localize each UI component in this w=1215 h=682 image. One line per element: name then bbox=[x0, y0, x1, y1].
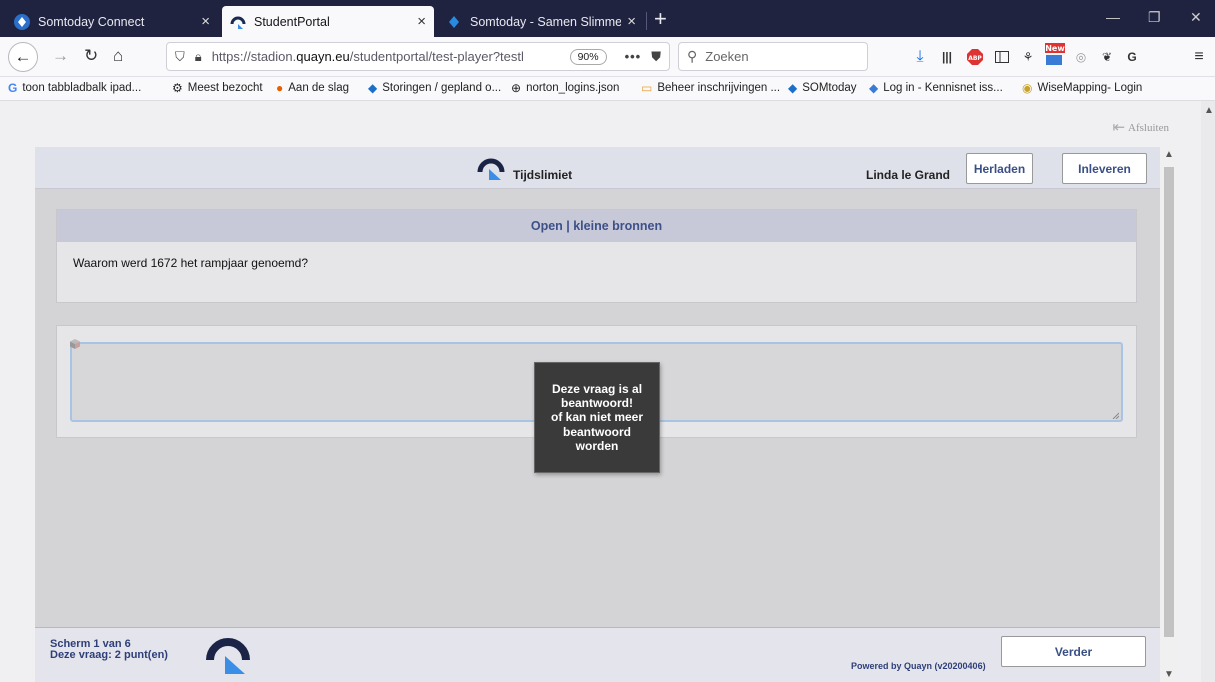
menu-icon[interactable]: ≡ bbox=[1190, 48, 1208, 66]
page-viewport: ⇤ Afsluiten Tijdslimiet Linda le Grand H… bbox=[0, 101, 1215, 682]
quayn-logo-icon bbox=[206, 638, 250, 674]
powered-by: Powered by Quayn (v20200406) bbox=[851, 661, 986, 671]
bookmark-item[interactable]: ◆ Storingen / gepland o... bbox=[368, 81, 501, 95]
quayn-favicon-icon bbox=[230, 16, 246, 29]
tab-title: Somtoday Connect bbox=[38, 14, 145, 29]
extension-new-icon[interactable]: New bbox=[1044, 42, 1066, 68]
player-header: Tijdslimiet Linda le Grand Herladen Inle… bbox=[35, 147, 1160, 189]
ghost-icon[interactable]: ❦ bbox=[1098, 48, 1116, 66]
bookmark-item[interactable]: ▭ Beheer inschrijvingen ... bbox=[641, 81, 780, 95]
bookmark-item[interactable]: ◆ Log in - Kennisnet iss... bbox=[869, 81, 1003, 95]
url-text[interactable]: https://stadion.quayn.eu/studentportal/t… bbox=[212, 49, 570, 64]
home-button[interactable]: ⌂ bbox=[113, 46, 123, 66]
close-tab-icon[interactable]: × bbox=[201, 13, 210, 30]
answered-tooltip: Deze vraag is al beantwoord! of kan niet… bbox=[534, 362, 660, 473]
scrollbar-thumb[interactable] bbox=[1164, 167, 1174, 637]
page-scrollbar[interactable]: ▲ bbox=[1201, 101, 1215, 682]
tooltip-line: of kan niet meer bbox=[550, 410, 644, 425]
bookmark-item[interactable]: ⚙ Meest bezocht bbox=[172, 81, 263, 95]
close-tab-icon[interactable]: × bbox=[417, 13, 426, 30]
scroll-up-icon[interactable]: ▲ bbox=[1204, 105, 1214, 116]
tab-somtoday-samen[interactable]: Somtoday - Samen Slimmer On × bbox=[438, 6, 644, 37]
search-icon: ⚲ bbox=[687, 48, 698, 64]
google-icon: G bbox=[8, 81, 18, 95]
bookmark-item[interactable]: ⊕ norton_logins.json bbox=[511, 81, 619, 95]
folder-icon: ▭ bbox=[641, 81, 653, 95]
firefox-icon: ● bbox=[276, 81, 284, 95]
kennisnet-icon: ◆ bbox=[869, 81, 879, 95]
bookmarks-bar: Gtoon tabbladbalk ipad... ⚙ Meest bezocht… bbox=[0, 77, 1215, 101]
somtoday-favicon-icon bbox=[449, 15, 459, 28]
pocket-icon[interactable]: ⛊ bbox=[651, 49, 661, 65]
tab-somtoday-connect[interactable]: Somtoday Connect × bbox=[6, 6, 218, 37]
reload-button[interactable]: ↻ bbox=[84, 46, 98, 66]
player-scrollbar[interactable]: ▲ ▼ bbox=[1162, 147, 1176, 682]
forward-button[interactable]: → bbox=[52, 46, 69, 66]
extension-g-icon[interactable]: G bbox=[1123, 48, 1141, 66]
restore-button[interactable]: ❐ bbox=[1148, 9, 1161, 26]
student-name: Linda le Grand bbox=[866, 168, 951, 182]
search-placeholder: Zoeken bbox=[705, 49, 749, 64]
exit-label: Afsluiten bbox=[1128, 121, 1169, 134]
exit-icon: ⇤ bbox=[1112, 120, 1126, 136]
tab-studentportal[interactable]: StudentPortal × bbox=[222, 6, 434, 37]
tab-title: Somtoday - Samen Slimmer On bbox=[470, 14, 622, 29]
svg-text:ABP: ABP bbox=[968, 55, 982, 62]
tooltip-line: beantwoord! bbox=[561, 395, 633, 410]
library-icon[interactable]: ||| bbox=[938, 48, 956, 66]
question-text: Waarom werd 1672 het rampjaar genoemd? bbox=[73, 256, 309, 270]
bookmark-item[interactable]: ● Aan de slag bbox=[276, 81, 349, 95]
question-panel: Open | kleine bronnen Waarom werd 1672 h… bbox=[56, 209, 1137, 303]
back-button[interactable]: ← bbox=[8, 42, 38, 72]
somtoday-icon: ◆ bbox=[788, 81, 798, 95]
somtoday-favicon-icon bbox=[14, 13, 30, 30]
tab-title: StudentPortal bbox=[254, 14, 330, 29]
somtoday-icon: ◆ bbox=[368, 81, 378, 95]
close-tab-icon[interactable]: × bbox=[627, 13, 636, 30]
tab-strip: Somtoday Connect × StudentPortal × Somto… bbox=[0, 0, 1215, 37]
submit-test-button[interactable]: Inleveren bbox=[1062, 153, 1147, 184]
search-bar[interactable]: ⚲ Zoeken bbox=[678, 42, 868, 71]
gear-icon: ⚙ bbox=[172, 81, 183, 95]
question-type: Open | kleine bronnen bbox=[57, 210, 1136, 242]
lock-icon[interactable]: 🔒︎ bbox=[195, 49, 202, 65]
page-actions-button[interactable]: ••• bbox=[625, 49, 642, 64]
bookmark-item[interactable]: ◉ WiseMapping- Login bbox=[1022, 81, 1142, 95]
tab-separator bbox=[646, 12, 647, 30]
tooltip-line: Deze vraag is al bbox=[551, 381, 643, 396]
cube-icon bbox=[70, 339, 80, 349]
exit-link[interactable]: ⇤ Afsluiten bbox=[1112, 118, 1169, 137]
navigation-bar: ← → ↻ ⌂ ⛉ 🔒︎ https://stadion.quayn.eu/st… bbox=[0, 37, 1215, 77]
player-footer: Scherm 1 van 6 Deze vraag: 2 punt(en) Po… bbox=[35, 627, 1160, 682]
close-window-button[interactable]: ✕ bbox=[1190, 9, 1202, 26]
bookmark-item[interactable]: ◆ SOMtoday bbox=[788, 81, 857, 95]
tooltip-line: worden bbox=[575, 439, 619, 454]
reload-test-button[interactable]: Herladen bbox=[966, 153, 1033, 184]
tracker-icon[interactable]: ⚘ bbox=[1019, 48, 1037, 66]
new-tab-button[interactable]: + bbox=[654, 6, 667, 32]
timer-label: Tijdslimiet bbox=[513, 168, 573, 182]
shield-icon[interactable]: ⛉ bbox=[175, 49, 185, 65]
minimize-button[interactable]: — bbox=[1106, 9, 1120, 25]
bookmark-item[interactable]: Gtoon tabbladbalk ipad... bbox=[8, 81, 141, 95]
next-button[interactable]: Verder bbox=[1001, 636, 1146, 667]
test-player: Tijdslimiet Linda le Grand Herladen Inle… bbox=[35, 147, 1160, 682]
extension-icon[interactable]: ◎ bbox=[1072, 48, 1090, 66]
scroll-up-icon[interactable]: ▲ bbox=[1164, 149, 1174, 160]
question-points: Deze vraag: 2 punt(en) bbox=[50, 649, 168, 661]
wisemapping-icon: ◉ bbox=[1022, 81, 1033, 95]
svg-text:New: New bbox=[1045, 44, 1065, 53]
tooltip-line: beantwoord bbox=[563, 424, 631, 439]
scroll-down-icon[interactable]: ▼ bbox=[1164, 669, 1174, 680]
quayn-logo-icon bbox=[477, 158, 505, 180]
sidebar-icon[interactable] bbox=[993, 48, 1011, 66]
adblock-icon[interactable]: ABP bbox=[966, 48, 984, 66]
globe-icon: ⊕ bbox=[511, 81, 522, 95]
url-bar[interactable]: ⛉ 🔒︎ https://stadion.quayn.eu/studentpor… bbox=[166, 42, 670, 71]
resize-grip-icon[interactable] bbox=[1111, 411, 1119, 419]
download-icon[interactable]: ⤓ bbox=[911, 48, 929, 66]
zoom-badge[interactable]: 90% bbox=[569, 48, 607, 65]
